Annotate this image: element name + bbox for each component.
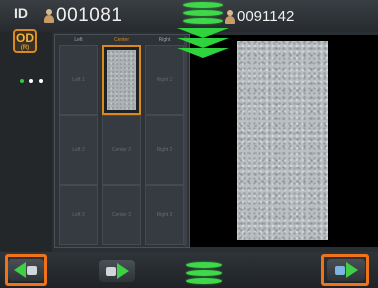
eye-selector-badge[interactable]: OD (R) xyxy=(13,29,37,53)
thumbnail-image xyxy=(107,50,136,110)
column-header: Center xyxy=(113,37,129,43)
cell-label: Left 1 xyxy=(72,76,85,83)
patient-id: 001081 xyxy=(44,5,122,27)
grid-cell-right-2[interactable]: Right 2 xyxy=(145,115,184,185)
indicator-bar xyxy=(186,270,222,276)
grid-cell-center-1[interactable] xyxy=(102,45,141,115)
capture-grid: Left Left 1 Left 2 Left 3 Center Center … xyxy=(54,34,190,248)
grid-column-right: Right Right 1 Right 2 Right 3 xyxy=(143,35,186,247)
indicator-bar xyxy=(186,262,222,268)
grid-cell-left-1[interactable]: Left 1 xyxy=(59,45,98,115)
indicator-bar xyxy=(183,2,223,8)
specular-image xyxy=(237,41,328,240)
chevron-down-icon xyxy=(177,28,229,38)
arrow-left-icon xyxy=(14,262,26,278)
cell-label: Left 3 xyxy=(72,212,85,219)
grid-cell-left-2[interactable]: Left 2 xyxy=(59,115,98,185)
cell-label: Right 1 xyxy=(156,76,173,83)
eye-badge-sub: (R) xyxy=(20,45,30,51)
forward-button[interactable] xyxy=(99,260,135,282)
arrow-right-icon xyxy=(346,262,358,278)
indicator-bar xyxy=(183,10,223,16)
grid-scrollbar[interactable] xyxy=(184,36,187,246)
chevron-down-icon xyxy=(177,48,229,58)
indicator-dot-white xyxy=(29,79,34,83)
arrow-right-icon xyxy=(117,263,129,279)
indicator-dot-white xyxy=(38,79,43,83)
grid-cell-left-3[interactable]: Left 3 xyxy=(59,185,98,245)
eye-badge-label: OD xyxy=(16,31,34,45)
secondary-id: 0091142 xyxy=(225,8,294,25)
image-icon xyxy=(335,265,345,275)
person-icon xyxy=(225,9,235,24)
grid-cell-right-3[interactable]: Right 3 xyxy=(145,185,184,245)
grid-column-center: Center Center 2 Center 3 xyxy=(100,35,143,247)
grid-cell-center-2[interactable]: Center 2 xyxy=(102,115,141,185)
indicator-bar xyxy=(186,278,222,284)
grid-cell-center-3[interactable]: Center 3 xyxy=(102,185,141,245)
next-button[interactable] xyxy=(327,259,365,281)
secondary-id-text: 0091142 xyxy=(237,8,295,25)
camera-icon xyxy=(27,265,37,275)
bottom-toolbar xyxy=(0,252,378,288)
patient-id-text: 001081 xyxy=(56,5,123,26)
person-icon xyxy=(44,9,54,23)
cell-label: Left 2 xyxy=(72,146,85,153)
image-viewer xyxy=(190,35,378,247)
back-button[interactable] xyxy=(8,259,44,281)
grid-column-left: Left Left 1 Left 2 Left 3 xyxy=(57,35,100,247)
fixation-indicator xyxy=(20,70,44,88)
indicator-bar xyxy=(183,18,223,24)
cell-label: Center 3 xyxy=(111,212,132,219)
cell-label: Right 2 xyxy=(156,146,173,153)
sidebar xyxy=(0,32,52,252)
cell-label: Center 2 xyxy=(111,146,132,153)
indicator-dot-green xyxy=(20,79,24,83)
chevron-down-icon xyxy=(177,38,229,48)
column-header: Left xyxy=(74,37,83,43)
cell-label: Right 3 xyxy=(156,212,173,219)
id-label: ID xyxy=(14,5,28,21)
print-icon xyxy=(106,266,116,276)
